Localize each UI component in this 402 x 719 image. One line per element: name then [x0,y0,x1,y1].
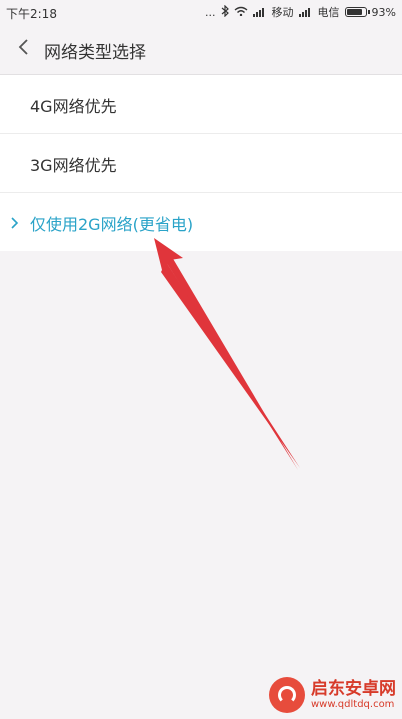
wifi-icon [234,6,248,19]
battery-icon [344,7,370,17]
watermark-logo-icon [269,677,305,713]
arrow-shaft [161,262,300,468]
watermark: 启东安卓网 www.qdltdq.com [269,677,396,713]
option-2g-only[interactable]: 仅使用2G网络(更省电) [0,193,402,251]
status-time: 下午2:18 [6,7,57,21]
network-type-list: 4G网络优先 3G网络优先 仅使用2G网络(更省电) [0,75,402,251]
option-3g-preferred[interactable]: 3G网络优先 [0,134,402,193]
carrier-1: 移动 [271,6,294,19]
arrow-shaft-edge [166,257,298,470]
watermark-url: www.qdltdq.com [311,699,395,710]
status-indicators: ... 移动 电信 93% [205,4,396,20]
option-4g-preferred[interactable]: 4G网络优先 [0,75,402,134]
notification-dots: ... [205,5,216,19]
watermark-name: 启东安卓网 [311,679,396,699]
battery-fill [346,9,363,15]
signal-icon-1 [252,7,267,17]
option-label: 仅使用2G网络(更省电) [30,215,194,234]
back-button[interactable] [10,36,36,62]
option-label: 4G网络优先 [30,97,117,116]
bluetooth-icon [221,4,229,20]
chevron-left-icon [17,38,29,60]
status-bar: 下午2:18 ... 移动 电信 93% [0,0,402,24]
option-label: 3G网络优先 [30,156,117,175]
chevron-right-icon [10,215,20,229]
battery-percent: 93% [371,5,396,19]
title-bar: 网络类型选择 [0,24,402,75]
carrier-2: 电信 [317,6,340,19]
page-title: 网络类型选择 [44,43,146,63]
signal-icon-2 [298,7,313,17]
